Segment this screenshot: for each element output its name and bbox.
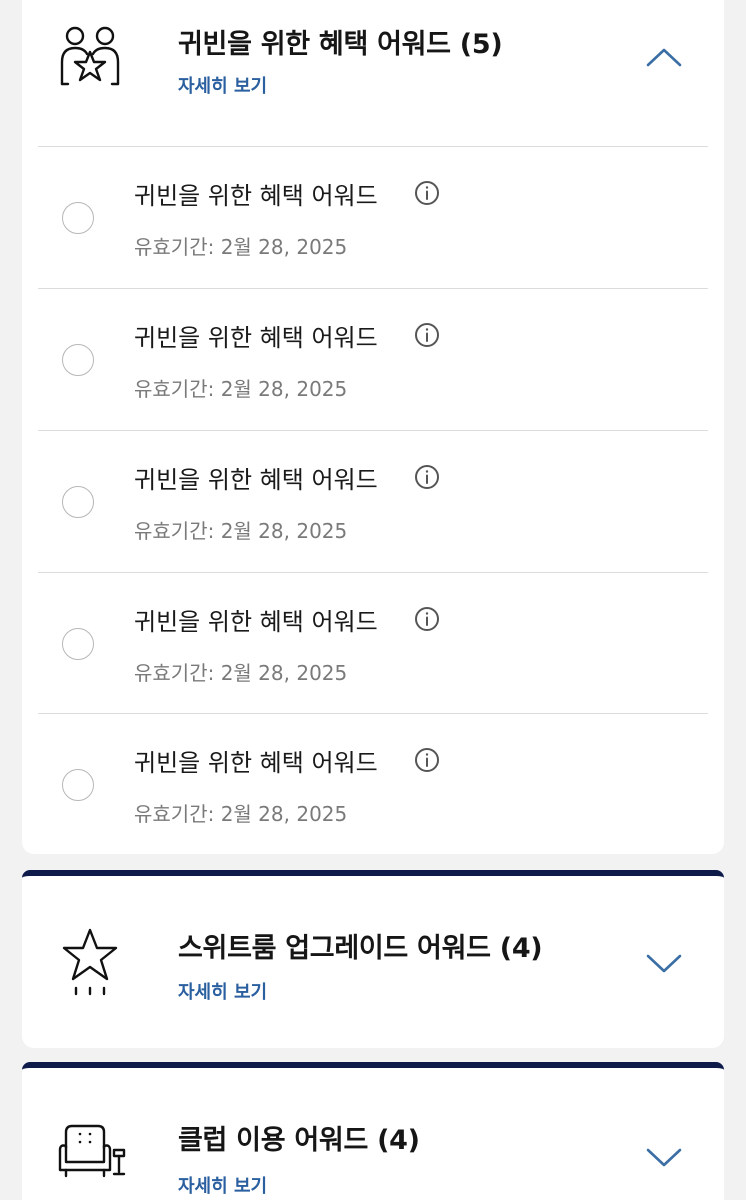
info-icon[interactable] — [414, 747, 440, 773]
award-expiry: 유효기간: 2월 28, 2025 — [134, 802, 348, 826]
award-radio[interactable] — [62, 202, 94, 234]
section-title: 스위트룸 업그레이드 어워드 (4) — [178, 933, 543, 964]
section-header[interactable]: 귀빈을 위한 혜택 어워드 (5) 자세히 보기 — [22, 0, 724, 146]
chevron-up-icon[interactable] — [644, 45, 684, 69]
award-item[interactable]: 귀빈을 위한 혜택 어워드 유효기간: 2월 28, 2025 — [22, 430, 724, 572]
info-icon[interactable] — [414, 180, 440, 206]
vip-people-star-icon — [60, 26, 120, 86]
award-section-club-access[interactable]: 클럽 이용 어워드 (4) 자세히 보기 — [22, 1062, 724, 1200]
award-item[interactable]: 귀빈을 위한 혜택 어워드 유효기간: 2월 28, 2025 — [22, 146, 724, 288]
info-icon[interactable] — [414, 322, 440, 348]
club-armchair-icon — [58, 1124, 126, 1178]
details-link[interactable]: 자세히 보기 — [178, 72, 267, 98]
chevron-down-icon[interactable] — [644, 952, 684, 976]
award-radio[interactable] — [62, 769, 94, 801]
section-title: 클럽 이용 어워드 (4) — [178, 1125, 420, 1156]
award-title: 귀빈을 위한 혜택 어워드 — [134, 749, 378, 777]
award-section-suite-upgrade[interactable]: 스위트룸 업그레이드 어워드 (4) 자세히 보기 — [22, 870, 724, 1048]
award-radio[interactable] — [62, 486, 94, 518]
section-title: 귀빈을 위한 혜택 어워드 (5) — [178, 29, 503, 60]
chevron-down-icon[interactable] — [644, 1146, 684, 1170]
award-expiry: 유효기간: 2월 28, 2025 — [134, 519, 348, 543]
award-title: 귀빈을 위한 혜택 어워드 — [134, 324, 378, 352]
award-radio[interactable] — [62, 344, 94, 376]
award-item[interactable]: 귀빈을 위한 혜택 어워드 유효기간: 2월 28, 2025 — [22, 288, 724, 430]
info-icon[interactable] — [414, 606, 440, 632]
suite-upgrade-star-icon — [62, 928, 118, 996]
details-link[interactable]: 자세히 보기 — [178, 978, 267, 1004]
award-expiry: 유효기간: 2월 28, 2025 — [134, 235, 348, 259]
details-link[interactable]: 자세히 보기 — [178, 1172, 267, 1198]
award-item[interactable]: 귀빈을 위한 혜택 어워드 유효기간: 2월 28, 2025 — [22, 572, 724, 714]
award-expiry: 유효기간: 2월 28, 2025 — [134, 377, 348, 401]
award-title: 귀빈을 위한 혜택 어워드 — [134, 608, 378, 636]
info-icon[interactable] — [414, 464, 440, 490]
award-title: 귀빈을 위한 혜택 어워드 — [134, 182, 378, 210]
award-item[interactable]: 귀빈을 위한 혜택 어워드 유효기간: 2월 28, 2025 — [22, 713, 724, 855]
award-radio[interactable] — [62, 628, 94, 660]
award-expiry: 유효기간: 2월 28, 2025 — [134, 661, 348, 685]
award-section-vip: 귀빈을 위한 혜택 어워드 (5) 자세히 보기 귀빈을 위한 혜택 어워드 유… — [22, 0, 724, 854]
award-title: 귀빈을 위한 혜택 어워드 — [134, 466, 378, 494]
